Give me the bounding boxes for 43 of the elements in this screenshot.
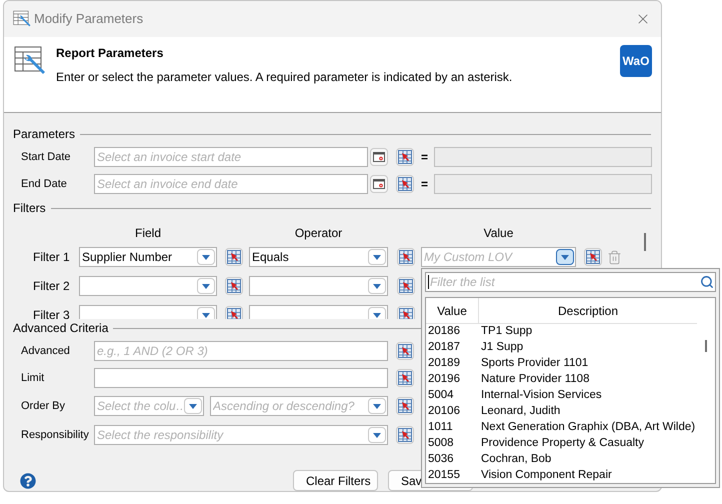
column-header: Operator	[294, 225, 344, 242]
field-label: Limit	[20, 370, 46, 386]
field-label: Order By	[20, 398, 66, 414]
field-label: Advanced	[20, 344, 71, 359]
table-cell-text: 5036	[427, 452, 455, 468]
table-cell-text: Providence Property & Casualty	[481, 436, 644, 452]
table-cell-text: 5004	[427, 388, 455, 404]
table-cell-text: 20106	[427, 404, 461, 420]
column-header: Description	[556, 302, 620, 320]
header-title: Report Parameters	[56, 45, 164, 62]
field-label: Start Date	[20, 150, 72, 165]
table-cell-text: 20155	[427, 468, 461, 483]
table-cell-text: 20196	[427, 372, 461, 388]
field-label: Responsibility	[20, 428, 90, 443]
table-cell-text: Leonard, Judith	[481, 404, 560, 420]
equals-sign: =	[421, 149, 428, 166]
table-cell-text: Internal-Vision Services	[481, 388, 602, 404]
filter-label: Filter 1	[32, 249, 71, 266]
section-title: Filters	[13, 200, 46, 217]
table-cell-text: 20189	[427, 356, 461, 372]
column-header: Value	[482, 225, 514, 242]
header-description: Enter or select the parameter values. A required parameter is indicated by an asterisk.	[56, 69, 514, 86]
window-title: Modify Parameters	[34, 10, 144, 28]
table-cell-text: Sports Provider 1101	[481, 356, 588, 372]
table-cell-text: Vision Component Repair	[481, 468, 612, 483]
table-cell-text: TP1 Supp	[481, 324, 532, 340]
table-cell-text: Cochran, Bob	[481, 452, 552, 468]
table-cell-text: 20187	[427, 340, 461, 356]
table-cell-text: Nature Provider 1108	[481, 372, 590, 388]
table-cell-text: 5008	[427, 436, 455, 452]
equals-sign: =	[421, 176, 428, 193]
column-header: Field	[134, 225, 162, 242]
column-header: Value	[426, 298, 479, 323]
table-cell-text: Next Generation Graphix (DBA, Art Wilde)	[481, 420, 696, 436]
logo: WaO	[620, 45, 652, 77]
section-title: Parameters	[13, 126, 76, 143]
filter-label: Filter 2	[32, 278, 71, 295]
filter-label: Filter 3	[32, 307, 71, 319]
table-cell-text: J1 Supp	[481, 340, 524, 356]
field-label: End Date	[20, 176, 68, 192]
table-cell-text: 20186	[427, 324, 461, 340]
table-cell-text: 1011	[427, 420, 454, 436]
section-title: Advanced Criteria	[13, 320, 108, 337]
